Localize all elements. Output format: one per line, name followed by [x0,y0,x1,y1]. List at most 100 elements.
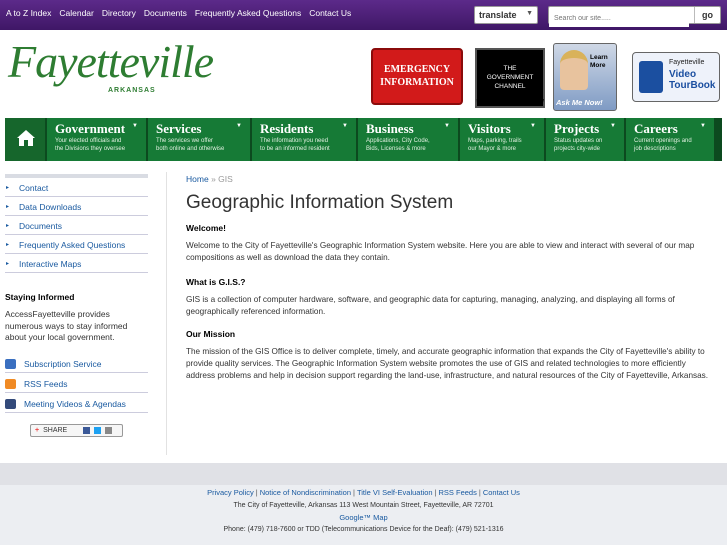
nav-projects-desc-2: projects city-wide [554,145,601,152]
home-icon [17,130,35,146]
chevron-down-icon: ▼ [530,123,536,129]
column-divider [166,172,167,455]
what-is-gis-text: GIS is a collection of computer hardware… [186,295,675,316]
top-link-faq[interactable]: Frequently Asked Questions [195,8,301,18]
bullet-icon: ▸ [6,242,10,248]
assistant-avatar [560,50,588,90]
breadcrumb-separator: » [211,174,216,184]
footer-nondiscrimination[interactable]: Notice of Nondiscrimination [260,488,351,497]
tour-line-1: Fayetteville [669,59,705,66]
footer-phone: Phone: (479) 718-7600 or TDD (Telecommun… [223,526,504,533]
tour-line-2: Video TourBook [669,69,715,91]
top-links: A to Z Index Calendar Directory Document… [6,8,351,18]
footer-links: Privacy Policy | Notice of Nondiscriminati… [0,488,727,497]
nav-business-desc-2: Bids, Licenses & more [366,145,426,152]
learn-more-line-1: Learn [590,54,608,61]
video-tourbook-button[interactable]: Fayetteville Video TourBook [632,52,720,102]
emergency-line-2: INFORMATION [380,77,454,88]
staying-informed-text: AccessFayetteville provides numerous way… [5,309,128,342]
footer-separator: | [353,488,355,497]
nav-projects[interactable]: Projects Status updates on projects city… [546,118,626,161]
nav-visitors[interactable]: Visitors Maps, parking, trails our Mayor… [460,118,546,161]
nav-government[interactable]: Government Your elected officials and th… [47,118,148,161]
ask-me-now-button[interactable]: Learn More Ask Me Now! [553,43,617,111]
chevron-down-icon: ▼ [444,123,450,129]
chevron-down-icon: ▼ [342,123,348,129]
mission-heading: Our Mission [186,329,236,339]
sidebar-item-data-downloads[interactable]: ▸ Data Downloads [5,197,148,216]
nav-services-desc-1: The services we offer [156,138,213,144]
top-link-calendar[interactable]: Calendar [59,8,94,18]
top-link-a-to-z[interactable]: A to Z Index [6,8,51,18]
logo-wordmark: Fayetteville [8,36,214,87]
search-input[interactable] [549,10,689,27]
breadcrumb-home[interactable]: Home [186,174,209,184]
bullet-icon: ▸ [6,261,10,267]
top-link-documents[interactable]: Documents [144,8,187,18]
channel-line-2: GOVERNMENT [486,74,534,81]
logo-subtitle: ARKANSAS [108,87,156,94]
nav-projects-desc-1: Status updates on [554,138,603,144]
search-go-button[interactable]: go [694,7,720,23]
rss-feeds-link[interactable]: RSS Feeds [5,373,148,393]
plus-icon: + [35,427,40,434]
tour-line-2a: Video [669,69,697,80]
nav-home[interactable] [5,118,47,161]
sidebar-item-contact[interactable]: ▸ Contact [5,178,148,197]
staying-informed-heading: Staying Informed [5,292,75,302]
nav-careers-desc-2: job descriptions [634,145,676,152]
sidebar-item-faq[interactable]: ▸ Frequently Asked Questions [5,235,148,254]
site-search: go [548,6,721,27]
sidebar-item-label: Interactive Maps [19,259,82,269]
nav-careers-desc-1: Current openings and [634,138,692,144]
site-header: Fayetteville ARKANSAS EMERGENCY INFORMAT… [0,30,727,118]
chevron-down-icon: ▼ [700,123,706,129]
share-label: SHARE [43,427,68,434]
learn-more-label: Learn More [590,54,608,70]
top-link-directory[interactable]: Directory [102,8,136,18]
emergency-information-button[interactable]: EMERGENCY INFORMATION [371,48,463,105]
subscription-icon [5,359,16,369]
footer-separator: | [434,488,437,497]
subscription-service-link[interactable]: Subscription Service [5,353,148,373]
staying-informed-links: Subscription Service RSS Feeds Meeting V… [5,353,148,413]
footer-title-vi[interactable]: Title VI Self-Evaluation [357,488,433,497]
nav-residents-desc-2: to be an informed resident [260,145,330,152]
sidebar-item-documents[interactable]: ▸ Documents [5,216,148,235]
breadcrumb: Home » GIS [186,174,716,184]
footer-address: The City of Fayetteville, Arkansas 113 W… [233,502,494,509]
chevron-down-icon: ▼ [526,10,533,17]
welcome-text: Welcome to the City of Fayetteville's Ge… [186,241,695,262]
nav-residents[interactable]: Residents The information you need to be… [252,118,358,161]
learn-more-line-2: More [590,62,606,69]
meeting-videos-link[interactable]: Meeting Videos & Agendas [5,393,148,413]
translate-dropdown[interactable]: translate ▼ [474,6,538,24]
top-link-contact-us[interactable]: Contact Us [309,8,351,18]
tourbook-icon [639,61,663,93]
watch-live-label[interactable]: Watch Live Now! [472,97,548,107]
sidebar-item-label: Documents [19,221,62,231]
video-icon [5,399,16,409]
nav-residents-desc-1: The information you need [260,138,329,144]
what-is-gis-heading: What is G.I.S.? [186,277,246,287]
footer-google-map-link[interactable]: Google™ Map [0,513,727,522]
meeting-videos-label: Meeting Videos & Agendas [24,399,126,409]
emergency-line-1: EMERGENCY [383,64,451,75]
footer-contact-us[interactable]: Contact Us [483,488,520,497]
footer-rss-feeds[interactable]: RSS Feeds [439,488,477,497]
share-button[interactable]: + SHARE [30,423,123,437]
mission-text: The mission of the GIS Office is to deli… [186,347,709,380]
welcome-heading: Welcome! [186,223,226,233]
nav-visitors-desc-2: our Mayor & more [468,145,517,152]
nav-services[interactable]: Services The services we offer both onli… [148,118,252,161]
rss-feeds-label: RSS Feeds [24,379,68,389]
main-content: Home » GIS Geographic Information System… [186,174,716,382]
footer-separator: | [255,488,258,497]
nav-careers[interactable]: Careers Current openings and job descrip… [626,118,714,161]
nav-business[interactable]: Business Applications, City Code, Bids, … [358,118,460,161]
footer-privacy-policy[interactable]: Privacy Policy [207,488,254,497]
sidebar-item-interactive-maps[interactable]: ▸ Interactive Maps [5,254,148,273]
fayetteville-logo[interactable]: Fayetteville ARKANSAS [8,36,214,95]
twitter-icon [94,427,102,434]
sidebar-item-label: Frequently Asked Questions [19,240,126,250]
